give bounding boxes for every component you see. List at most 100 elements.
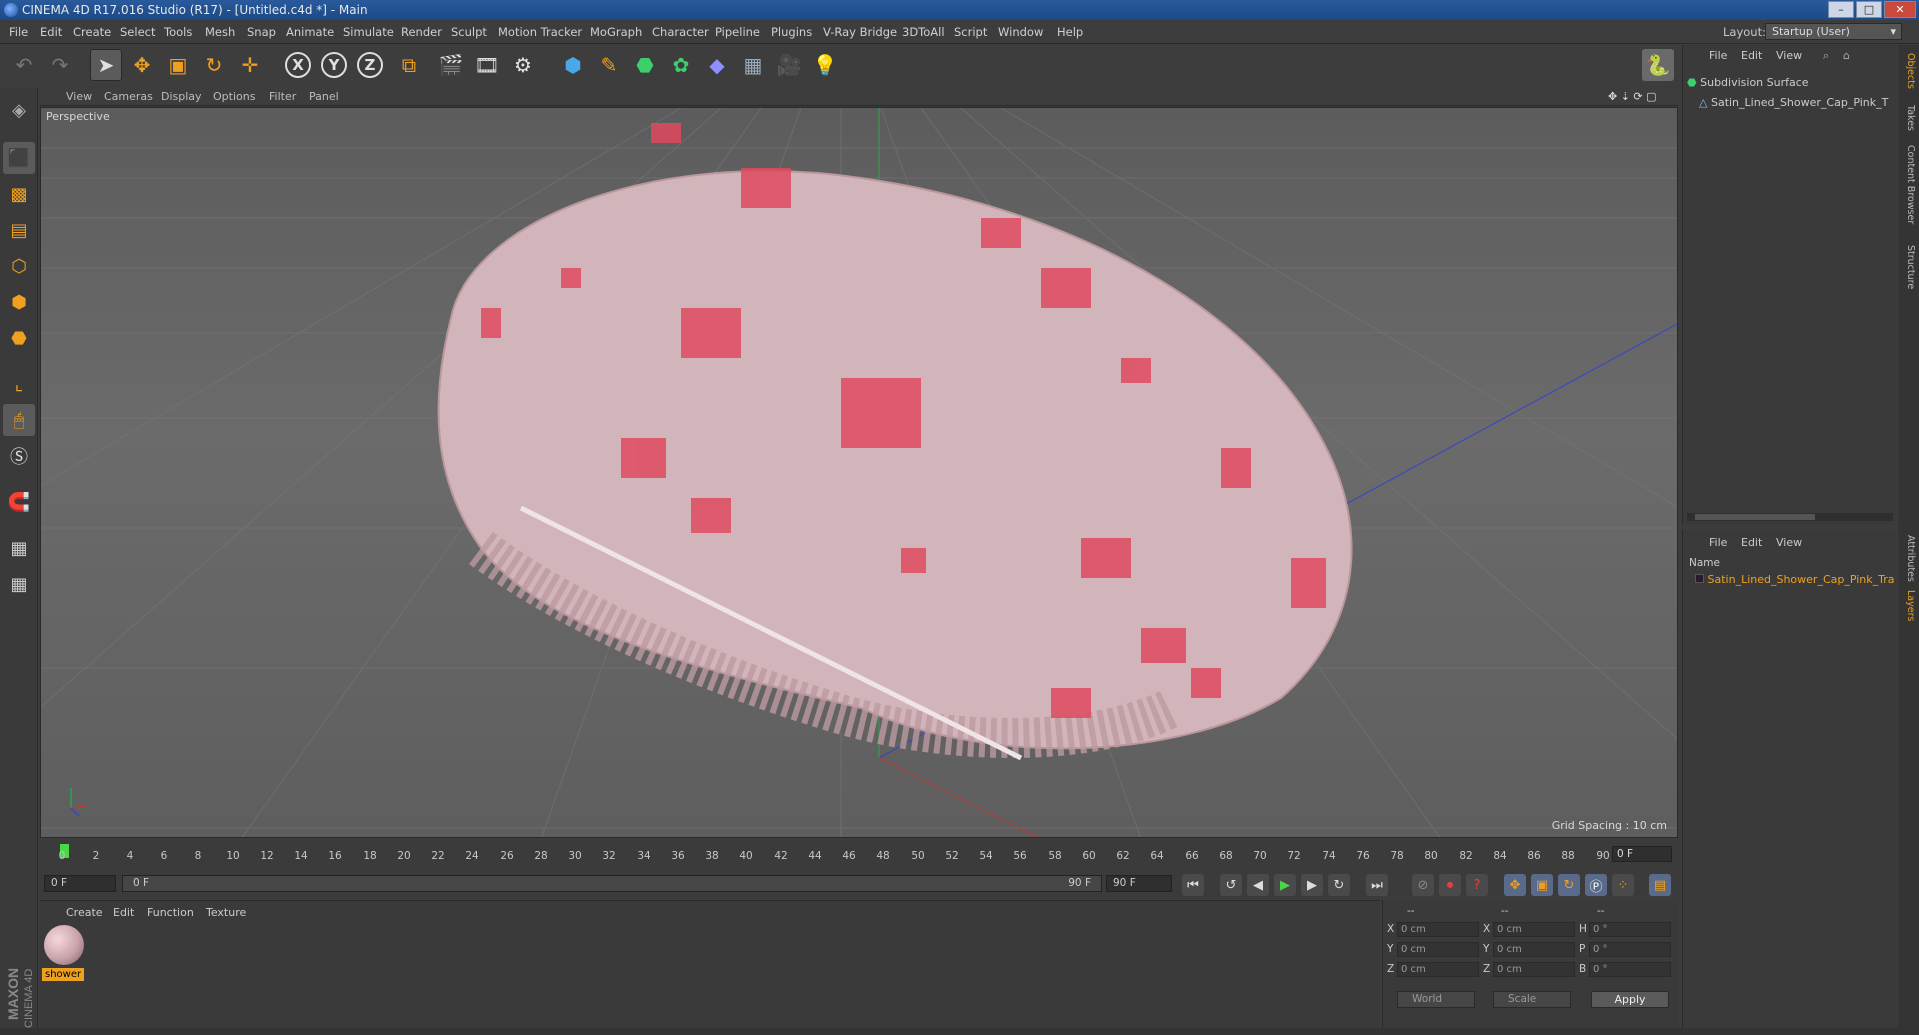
subdivision-surface-icon[interactable]: ⬣ xyxy=(629,49,661,81)
viewport-menu-panel[interactable]: Panel xyxy=(309,90,339,103)
object-menu-file[interactable]: File xyxy=(1709,49,1727,62)
render-view-icon[interactable]: 🎬 xyxy=(435,49,467,81)
previous-frame-icon[interactable]: ◀ xyxy=(1247,874,1269,896)
horizontal-scrollbar[interactable] xyxy=(1687,513,1893,521)
light-icon[interactable]: 💡 xyxy=(809,49,841,81)
redo-icon[interactable]: ↷ xyxy=(44,49,76,81)
minimize-button[interactable]: – xyxy=(1828,1,1854,18)
viewport-menu-options[interactable]: Options xyxy=(213,90,255,103)
material-name[interactable]: shower xyxy=(42,968,85,981)
maximize-button[interactable]: □ xyxy=(1856,1,1882,18)
object-menu-edit[interactable]: Edit xyxy=(1741,49,1762,62)
menu-snap[interactable]: Snap xyxy=(247,25,276,39)
render-settings-icon[interactable]: ⚙ xyxy=(507,49,539,81)
size-z-field[interactable]: 0 cm xyxy=(1493,962,1575,977)
material-swatch[interactable] xyxy=(44,925,84,965)
select-arrow-icon[interactable]: ➤ xyxy=(90,49,122,81)
material-menu-create[interactable]: Create xyxy=(66,906,103,919)
viewport-navigation-icons[interactable]: ✥ ⇣ ⟳ ▢ xyxy=(1608,90,1657,103)
start-frame-field[interactable]: 0 F xyxy=(44,875,116,892)
size-mode-select[interactable]: Scale xyxy=(1493,991,1571,1008)
tab-structure[interactable]: Structure xyxy=(1900,245,1916,289)
move-icon[interactable]: ✥ xyxy=(126,49,158,81)
scale-icon[interactable]: ▣ xyxy=(162,49,194,81)
tree-item-subdivision-surface[interactable]: ⬣ Subdivision Surface xyxy=(1687,76,1809,89)
tab-objects[interactable]: Objects xyxy=(1900,53,1916,89)
model-mode-icon[interactable]: ⬛ xyxy=(3,142,35,174)
menu-animate[interactable]: Animate xyxy=(286,25,334,39)
play-icon[interactable]: ▶ xyxy=(1274,874,1296,896)
tweak-mode-icon[interactable]: 🖱 xyxy=(3,404,35,436)
go-to-end-icon[interactable]: ⏭ xyxy=(1366,874,1388,896)
tab-takes[interactable]: Takes xyxy=(1900,105,1916,131)
end-frame-field[interactable]: 90 F xyxy=(1106,875,1172,892)
menu-plugins[interactable]: Plugins xyxy=(771,25,812,39)
layout-select[interactable]: Startup (User) ▾ xyxy=(1765,23,1902,40)
make-editable-icon[interactable]: ◈ xyxy=(3,94,35,126)
workplane-icon[interactable]: ▤ xyxy=(3,214,35,246)
apply-button[interactable]: Apply xyxy=(1591,991,1669,1008)
menu-mesh[interactable]: Mesh xyxy=(205,25,235,39)
viewport-menu-view[interactable]: View xyxy=(66,90,92,103)
timeline-ruler[interactable]: 0 2 4 6 8 10 12 14 16 18 20 22 24 26 28 … xyxy=(40,840,1678,870)
z-axis-lock-icon[interactable]: Z xyxy=(357,52,383,78)
coordinate-space-select[interactable]: World xyxy=(1397,991,1475,1008)
coordinate-system-icon[interactable]: ⧉ xyxy=(393,49,425,81)
menu-tools[interactable]: Tools xyxy=(164,25,192,39)
viewport-menu-cameras[interactable]: Cameras xyxy=(104,90,153,103)
menu-vray-bridge[interactable]: V-Ray Bridge xyxy=(823,25,897,39)
texture-mode-icon[interactable]: ▩ xyxy=(3,178,35,210)
cube-primitive-icon[interactable]: ⬢ xyxy=(557,49,589,81)
layer-item[interactable]: Satin_Lined_Shower_Cap_Pink_Tra xyxy=(1695,573,1895,586)
menu-render[interactable]: Render xyxy=(401,25,442,39)
menu-simulate[interactable]: Simulate xyxy=(343,25,394,39)
search-icon[interactable]: ⌕ xyxy=(1823,49,1829,63)
snap-magnet-icon[interactable]: 🧲 xyxy=(3,486,35,518)
size-y-field[interactable]: 0 cm xyxy=(1493,942,1575,957)
layer-menu-file[interactable]: File xyxy=(1709,536,1727,549)
menu-motion-tracker[interactable]: Motion Tracker xyxy=(498,25,582,39)
next-frame-icon[interactable]: ▶ xyxy=(1301,874,1323,896)
deformer-icon[interactable]: ◆ xyxy=(701,49,733,81)
perspective-viewport[interactable]: Perspective Grid Spacing : 10 cm xyxy=(40,107,1678,838)
key-parameter-icon[interactable]: Ⓟ xyxy=(1585,874,1607,896)
floor-icon[interactable]: ▦ xyxy=(737,49,769,81)
viewport-menu-display[interactable]: Display xyxy=(161,90,202,103)
key-scale-icon[interactable]: ▣ xyxy=(1531,874,1553,896)
locked-workplane-icon[interactable]: ▦ xyxy=(3,532,35,564)
render-picture-viewer-icon[interactable]: 🎞 xyxy=(471,49,503,81)
menu-3dtoall[interactable]: 3DToAll xyxy=(902,25,945,39)
material-menu-edit[interactable]: Edit xyxy=(113,906,134,919)
layer-menu-edit[interactable]: Edit xyxy=(1741,536,1762,549)
undo-icon[interactable]: ↶ xyxy=(8,49,40,81)
timeline-icon[interactable]: ▤ xyxy=(1649,874,1671,896)
tab-layers[interactable]: Layers xyxy=(1900,590,1916,621)
object-menu-view[interactable]: View xyxy=(1776,49,1802,62)
keyframe-selection-icon[interactable]: ? xyxy=(1466,874,1488,896)
menu-help[interactable]: Help xyxy=(1057,25,1083,39)
menu-create[interactable]: Create xyxy=(73,25,111,39)
rotate-icon[interactable]: ↻ xyxy=(198,49,230,81)
rotation-h-field[interactable]: 0 ° xyxy=(1589,922,1671,937)
menu-file[interactable]: File xyxy=(9,25,28,39)
polygons-mode-icon[interactable]: ⬣ xyxy=(3,322,35,354)
rotation-p-field[interactable]: 0 ° xyxy=(1589,942,1671,957)
rotation-b-field[interactable]: 0 ° xyxy=(1589,962,1671,977)
menu-character[interactable]: Character xyxy=(652,25,709,39)
pen-spline-icon[interactable]: ✎ xyxy=(593,49,625,81)
close-button[interactable]: ✕ xyxy=(1884,1,1916,18)
previous-key-icon[interactable]: ↺ xyxy=(1220,874,1242,896)
cloner-icon[interactable]: ✿ xyxy=(665,49,697,81)
position-x-field[interactable]: 0 cm xyxy=(1397,922,1479,937)
axis-mode-icon[interactable]: ⌞ xyxy=(3,368,35,400)
menu-window[interactable]: Window xyxy=(998,25,1043,39)
autokey-icon[interactable]: ⏺ xyxy=(1439,874,1461,896)
menu-script[interactable]: Script xyxy=(954,25,987,39)
key-pla-icon[interactable]: ⁘ xyxy=(1612,874,1634,896)
next-key-icon[interactable]: ↻ xyxy=(1328,874,1350,896)
viewport-menu-filter[interactable]: Filter xyxy=(269,90,296,103)
menu-pipeline[interactable]: Pipeline xyxy=(715,25,760,39)
solo-icon[interactable]: Ⓢ xyxy=(3,440,35,472)
material-menu-function[interactable]: Function xyxy=(147,906,194,919)
tree-item-shower-cap[interactable]: △ Satin_Lined_Shower_Cap_Pink_T xyxy=(1699,96,1894,109)
